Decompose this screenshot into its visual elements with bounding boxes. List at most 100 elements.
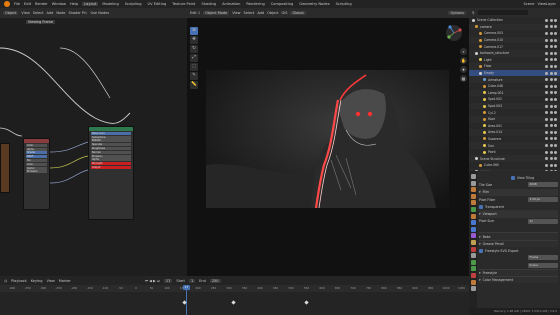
checkbox-icon[interactable]: [545, 150, 548, 154]
properties-tab-icon[interactable]: [470, 187, 476, 193]
timeline-menu-marker[interactable]: Marker: [59, 279, 71, 283]
camera-icon[interactable]: [554, 25, 557, 29]
eye-icon[interactable]: [549, 91, 553, 95]
eye-icon[interactable]: [549, 124, 553, 128]
checkbox-icon[interactable]: [545, 111, 548, 115]
options-dropdown[interactable]: Options: [448, 11, 466, 15]
camera-icon[interactable]: [554, 97, 557, 101]
properties-tab-icon[interactable]: [470, 272, 476, 278]
outliner-row[interactable]: Scene Structure: [469, 155, 560, 163]
bsdf-socket-strength[interactable]: Strength: [91, 162, 131, 166]
camera-icon[interactable]: [554, 38, 557, 42]
bsdf-socket-subsurface[interactable]: Subsurface: [91, 135, 131, 139]
node-socket-bsdf[interactable]: BSDF: [26, 155, 47, 159]
eye-icon[interactable]: [549, 58, 553, 62]
properties-tab-icon[interactable]: [470, 200, 476, 206]
end-frame-field[interactable]: 250: [209, 278, 221, 283]
workspace-tab-animation[interactable]: Animation: [220, 2, 242, 6]
outliner-row[interactable]: Area.001: [469, 123, 560, 130]
checkbox-icon[interactable]: [545, 25, 548, 29]
node-socket-color[interactable]: Color: [26, 162, 47, 166]
node-header-use-nodes[interactable]: Use Nodes: [91, 11, 110, 15]
properties-tab-icon[interactable]: [470, 226, 476, 232]
current-frame-field[interactable]: 17: [163, 278, 173, 283]
transform-icon[interactable]: ⬚: [190, 63, 198, 71]
node-socket-color[interactable]: Color: [26, 143, 47, 147]
eye-icon[interactable]: [549, 97, 553, 101]
timeline[interactable]: ◷ Playback Keying View Marker ⏮ ◀ ▶ ⏭ 17 Start 1…: [0, 276, 469, 315]
eye-icon[interactable]: [549, 38, 553, 42]
properties-tab-icon[interactable]: [470, 279, 476, 285]
node-socket-alpha[interactable]: Alpha: [26, 147, 47, 151]
checkbox[interactable]: [479, 204, 483, 209]
eye-icon[interactable]: [549, 84, 553, 88]
outliner-row[interactable]: Cube.060: [469, 162, 560, 169]
navigation-gizmo[interactable]: [445, 24, 463, 42]
properties-tab-icon[interactable]: [470, 213, 476, 219]
eye-icon[interactable]: [549, 163, 553, 167]
viewport-header-view[interactable]: View: [232, 11, 240, 15]
eye-icon[interactable]: [549, 31, 553, 35]
measure-icon[interactable]: 📏: [190, 81, 198, 89]
checkbox-icon[interactable]: [545, 117, 548, 121]
viewport-header-add[interactable]: Add: [257, 11, 264, 15]
properties-tab-icon[interactable]: [470, 206, 476, 212]
menu-file[interactable]: File: [14, 2, 20, 6]
property-value-field[interactable]: 2048: [528, 182, 558, 188]
checkbox-icon[interactable]: [545, 45, 548, 49]
viewport-header-gis[interactable]: GIS: [282, 11, 288, 15]
outliner-row[interactable]: ballroom_structure: [469, 49, 560, 57]
workspace-tab-compositing[interactable]: Compositing: [269, 2, 296, 6]
chevron-down-icon[interactable]: ▾: [479, 271, 481, 275]
node-socket-emission[interactable]: Emission: [26, 170, 47, 174]
search-field[interactable]: [477, 10, 528, 15]
eye-icon[interactable]: [549, 45, 553, 49]
camera-icon[interactable]: [554, 144, 557, 148]
camera-icon[interactable]: [554, 18, 557, 22]
checkbox[interactable]: [479, 248, 483, 253]
camera-icon[interactable]: [554, 111, 557, 115]
checkbox-icon[interactable]: [545, 130, 548, 134]
bsdf-socket-alpha[interactable]: Alpha: [91, 158, 131, 162]
property-value-field[interactable]: 1x: [528, 218, 558, 224]
outliner-row[interactable]: Suzanne: [469, 136, 560, 143]
bsdf-socket-metallic[interactable]: Metallic: [91, 139, 131, 143]
viewport-header-object-mode[interactable]: Object Mode: [203, 11, 230, 15]
outliner-row[interactable]: Spot.002: [469, 96, 560, 103]
checkbox-icon[interactable]: [545, 124, 548, 128]
outliner-row[interactable]: Camera.017: [469, 43, 560, 50]
checkbox-icon[interactable]: [545, 144, 548, 148]
outliner-row[interactable]: Area.014: [469, 129, 560, 136]
outliner-row[interactable]: Light: [469, 57, 560, 64]
node-header-select[interactable]: Select: [33, 11, 44, 15]
outliner-row[interactable]: Lamp.001: [469, 89, 560, 97]
ortho-icon[interactable]: ▦: [460, 75, 467, 82]
scale-icon[interactable]: ⤢: [190, 54, 198, 62]
properties-tab-icon[interactable]: [470, 246, 476, 252]
camera-icon[interactable]: [554, 51, 557, 55]
view-layer-selector[interactable]: ViewLayer: [537, 2, 556, 6]
checkbox-icon[interactable]: [545, 91, 548, 95]
checkbox-icon[interactable]: [545, 51, 548, 55]
outliner-row[interactable]: Camera.010: [469, 36, 560, 44]
outliner-row[interactable]: Point: [469, 149, 560, 156]
zoom-icon[interactable]: ⌕: [460, 48, 467, 55]
eye-icon[interactable]: [549, 144, 553, 148]
pan-icon[interactable]: ✋: [460, 57, 467, 64]
node-socket-shader[interactable]: Shader: [26, 151, 47, 155]
checkbox-icon[interactable]: [545, 58, 548, 62]
annotate-icon[interactable]: ✎: [190, 72, 198, 80]
chevron-down-icon[interactable]: ▾: [479, 212, 481, 216]
workspace-tab-layout[interactable]: Layout: [82, 2, 99, 6]
keyframe-marker[interactable]: [231, 300, 236, 305]
start-frame-field[interactable]: 1: [188, 278, 196, 283]
node-header-object[interactable]: Object: [3, 11, 19, 15]
camera-view-icon[interactable]: ⏺: [460, 66, 467, 73]
node-editor[interactable]: Viewing Frame Color Alpha Shader BSDF Fac Col…: [0, 18, 187, 276]
workspace-tab-texture-paint[interactable]: Texture Paint: [170, 2, 197, 6]
eye-icon[interactable]: [549, 78, 553, 82]
camera-icon[interactable]: [554, 31, 557, 35]
eye-icon[interactable]: [549, 25, 553, 29]
timeline-menu-keying[interactable]: Keying: [31, 279, 43, 283]
camera-icon[interactable]: [554, 137, 557, 141]
